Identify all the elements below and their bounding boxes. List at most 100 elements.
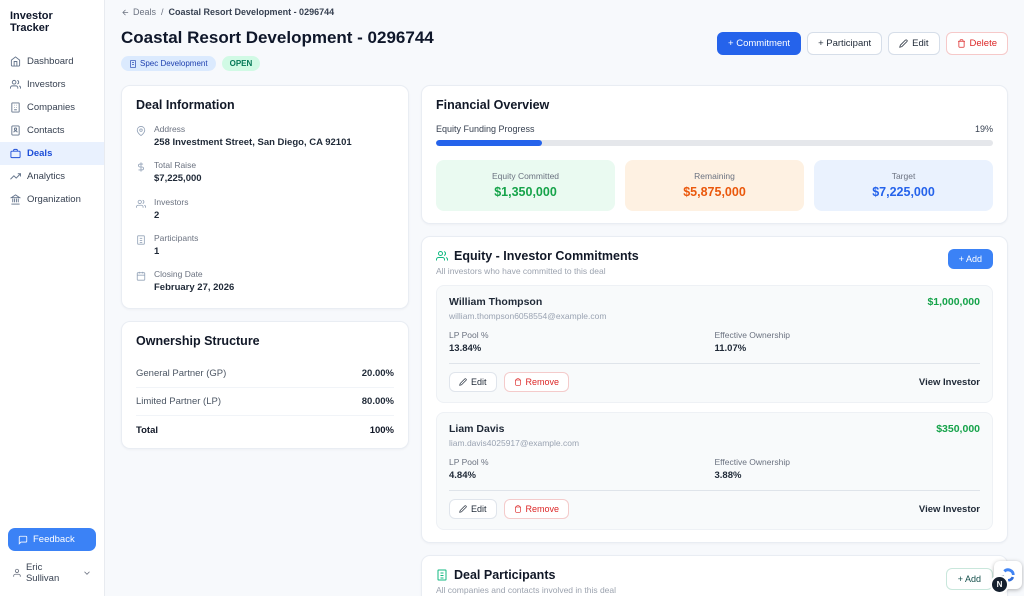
building-icon xyxy=(436,569,448,581)
delete-deal-button[interactable]: Delete xyxy=(946,32,1008,55)
add-commitment-button[interactable]: + Commitment xyxy=(717,32,801,55)
sidebar-item-deals[interactable]: Deals xyxy=(0,142,104,165)
financial-overview-title: Financial Overview xyxy=(436,98,993,112)
info-value: $7,225,000 xyxy=(154,172,202,185)
add-participant-button[interactable]: + Participant xyxy=(807,32,882,55)
lp-pool-metric: LP Pool % 13.84% xyxy=(449,330,715,354)
participants-section-title: Deal Participants xyxy=(454,568,555,582)
breadcrumb: Deals / Coastal Resort Development - 029… xyxy=(105,0,1024,22)
view-investor-link[interactable]: View Investor xyxy=(919,504,980,515)
equity-section-subtitle: All investors who have committed to this… xyxy=(436,266,639,276)
edit-commitment-button[interactable]: Edit xyxy=(449,499,497,519)
sidebar-item-label: Deals xyxy=(27,148,52,159)
pencil-icon xyxy=(459,505,467,513)
chevron-down-icon xyxy=(82,568,92,578)
calendar-icon xyxy=(136,271,146,281)
edit-commitment-button[interactable]: Edit xyxy=(449,372,497,392)
info-label: Total Raise xyxy=(154,160,202,170)
sidebar-item-label: Companies xyxy=(27,102,75,113)
sidebar-nav: Dashboard Investors Companies Contacts D… xyxy=(0,50,104,520)
progress-header: Equity Funding Progress 19% xyxy=(436,124,993,134)
effective-ownership-label: Effective Ownership xyxy=(715,330,981,340)
pencil-icon xyxy=(459,378,467,386)
info-value: February 27, 2026 xyxy=(154,281,234,294)
info-value: 1 xyxy=(154,245,198,258)
participants-section-title-row: Deal Participants xyxy=(436,568,616,582)
equity-commitments-card: Equity - Investor Commitments All invest… xyxy=(421,236,1008,543)
progress-bar xyxy=(436,140,993,146)
add-participant-inline-button[interactable]: + Add xyxy=(946,568,993,590)
progress-percent: 19% xyxy=(975,124,993,134)
add-commitment-inline-button[interactable]: + Add xyxy=(948,249,993,269)
info-closing-date: Closing Date February 27, 2026 xyxy=(136,269,394,294)
view-investor-link[interactable]: View Investor xyxy=(919,377,980,388)
investor-name: Liam Davis xyxy=(449,423,579,435)
sidebar-item-label: Organization xyxy=(27,194,81,205)
user-icon xyxy=(12,568,22,578)
deal-type-label: Spec Development xyxy=(140,59,208,68)
financial-overview-card: Financial Overview Equity Funding Progre… xyxy=(421,85,1008,224)
edit-deal-button[interactable]: Edit xyxy=(888,32,939,55)
stat-value: $7,225,000 xyxy=(824,185,983,199)
investor-name: William Thompson xyxy=(449,296,606,308)
effective-ownership-label: Effective Ownership xyxy=(715,457,981,467)
stat-equity-committed: Equity Committed $1,350,000 xyxy=(436,160,615,211)
ownership-value: 20.00% xyxy=(362,368,394,379)
remove-commitment-button[interactable]: Remove xyxy=(504,372,570,392)
sidebar-item-label: Contacts xyxy=(27,125,65,136)
pencil-icon xyxy=(899,39,908,48)
divider xyxy=(449,363,980,364)
user-menu[interactable]: Eric Sullivan xyxy=(8,551,96,586)
badges: Spec Development OPEN xyxy=(121,56,434,71)
building-icon xyxy=(136,235,146,245)
sidebar-item-investors[interactable]: Investors xyxy=(0,73,104,96)
deal-information-card: Deal Information Address 258 Investment … xyxy=(121,85,409,309)
breadcrumb-back-label: Deals xyxy=(133,7,156,17)
sidebar-item-analytics[interactable]: Analytics xyxy=(0,165,104,188)
ownership-label: Limited Partner (LP) xyxy=(136,396,221,407)
divider xyxy=(449,490,980,491)
user-name: Eric Sullivan xyxy=(26,562,78,584)
deal-information-title: Deal Information xyxy=(136,98,394,112)
right-column: Financial Overview Equity Funding Progre… xyxy=(421,85,1008,596)
info-label: Investors xyxy=(154,197,189,207)
equity-section-title-row: Equity - Investor Commitments xyxy=(436,249,639,263)
left-column: Deal Information Address 258 Investment … xyxy=(121,85,409,449)
ownership-label: General Partner (GP) xyxy=(136,368,226,379)
commitment-amount: $1,000,000 xyxy=(927,296,980,308)
content-columns: Deal Information Address 258 Investment … xyxy=(105,81,1024,596)
effective-ownership-value: 11.07% xyxy=(715,343,981,354)
delete-label: Delete xyxy=(970,38,997,49)
info-total-raise: Total Raise $7,225,000 xyxy=(136,160,394,185)
stat-value: $5,875,000 xyxy=(635,185,794,199)
trash-icon xyxy=(514,378,522,386)
sidebar-item-label: Investors xyxy=(27,79,66,90)
stat-label: Target xyxy=(824,171,983,181)
lp-pool-value: 4.84% xyxy=(449,470,715,481)
breadcrumb-back-link[interactable]: Deals xyxy=(121,7,156,17)
users-icon xyxy=(10,79,21,90)
sidebar: Investor Tracker Dashboard Investors Com… xyxy=(0,0,105,596)
sidebar-item-label: Dashboard xyxy=(27,56,73,67)
page-header-left: Coastal Resort Development - 0296744 Spe… xyxy=(121,28,434,71)
sidebar-item-companies[interactable]: Companies xyxy=(0,96,104,119)
equity-section-title: Equity - Investor Commitments xyxy=(454,249,639,263)
remove-commitment-button[interactable]: Remove xyxy=(504,499,570,519)
feedback-button[interactable]: Feedback xyxy=(8,528,96,551)
map-pin-icon xyxy=(136,126,146,136)
participants-section-subtitle: All companies and contacts involved in t… xyxy=(436,585,616,595)
dollar-icon xyxy=(136,162,146,172)
floating-widget: N xyxy=(992,561,1022,591)
sidebar-item-label: Analytics xyxy=(27,171,65,182)
app-title: Investor Tracker xyxy=(0,0,104,50)
sidebar-item-organization[interactable]: Organization xyxy=(0,188,104,211)
progress-label: Equity Funding Progress xyxy=(436,124,535,134)
notification-badge[interactable]: N xyxy=(990,575,1009,594)
sidebar-item-contacts[interactable]: Contacts xyxy=(0,119,104,142)
sidebar-item-dashboard[interactable]: Dashboard xyxy=(0,50,104,73)
ownership-total-label: Total xyxy=(136,425,158,436)
deal-type-badge: Spec Development xyxy=(121,56,216,71)
home-icon xyxy=(10,56,21,67)
progress-bar-fill xyxy=(436,140,542,146)
stat-target: Target $7,225,000 xyxy=(814,160,993,211)
